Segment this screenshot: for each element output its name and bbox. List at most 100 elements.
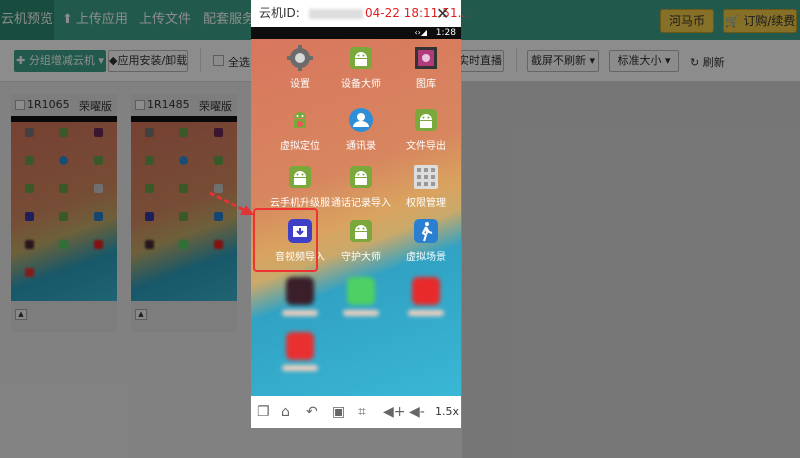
android-icon <box>286 163 314 191</box>
device-id: 1R1485 <box>147 98 190 111</box>
contacts-icon <box>59 156 68 165</box>
device-checkbox[interactable] <box>15 100 25 110</box>
volume-down-icon[interactable]: ◀- <box>409 404 425 420</box>
order-renew-button[interactable]: 🛒 订购/续费 <box>723 9 797 33</box>
pointer-arrow-icon <box>209 191 254 215</box>
cloud-id-label: 云机ID: <box>259 6 300 20</box>
app-6[interactable]: 文件导出 <box>391 104 461 166</box>
blurred-app-icon[interactable] <box>265 275 335 337</box>
blurred-app-icon <box>145 240 154 249</box>
cloud-phone-modal: 云机ID: 04-22 18:11:51... ✕ ‹›◢ 1:28 设置 设备大… <box>251 0 469 428</box>
blurred-app-icon[interactable] <box>265 330 335 392</box>
device-brand: 荣曜版 <box>79 100 112 113</box>
blurred-app-icon <box>25 268 34 277</box>
android-icon <box>179 212 188 221</box>
app-label: 虚拟定位 <box>280 141 320 152</box>
app-9[interactable]: 权限管理 <box>391 161 461 223</box>
home-icon[interactable]: ⌂ <box>281 404 290 420</box>
device-checkbox[interactable] <box>135 100 145 110</box>
blurred-app-icon <box>59 240 68 249</box>
status-bar <box>11 116 117 122</box>
app-1[interactable]: 设置 <box>265 42 335 104</box>
coin-button[interactable]: 河马币 <box>660 9 714 33</box>
blurred-icon <box>412 277 440 305</box>
android-location-icon <box>286 106 314 134</box>
device-brand: 荣曜版 <box>199 100 232 113</box>
divider <box>516 48 517 72</box>
app-label: 图库 <box>416 79 436 90</box>
media-import-icon <box>25 212 34 221</box>
tab-upload-file[interactable]: 上传文件 <box>139 0 191 40</box>
device-grid-area <box>462 82 800 458</box>
back-icon[interactable]: ↶ <box>306 404 318 420</box>
app-10[interactable]: 音视频导入 <box>265 215 335 277</box>
volume-up-icon[interactable]: ◀+ <box>383 404 406 420</box>
grid-icon <box>94 184 103 193</box>
phone-status-bar: ‹›◢ 1:28 <box>251 27 461 39</box>
app-label: 设置 <box>290 79 310 90</box>
close-icon[interactable]: ✕ <box>436 0 449 27</box>
device-card[interactable]: 1R1065 荣曜版 ▲ <box>11 94 117 332</box>
select-all-label: 全选 <box>228 56 250 69</box>
app-11[interactable]: 守护大师 <box>326 215 396 277</box>
app-label: 云手机升级服 <box>270 198 330 209</box>
upload-icon: ⬆ <box>62 12 73 27</box>
settings-gear-icon <box>286 44 314 72</box>
screenshot-dropdown[interactable]: 截屏不刷新 ▾ <box>527 50 599 72</box>
expand-button[interactable]: ▲ <box>135 309 147 320</box>
contacts-icon <box>347 106 375 134</box>
app-4[interactable]: 虚拟定位 <box>265 104 335 166</box>
app-12[interactable]: 虚拟场景 <box>391 215 461 277</box>
settings-icon <box>25 128 34 137</box>
android-icon <box>59 128 68 137</box>
status-bar <box>131 116 237 122</box>
blurred-label <box>282 365 318 371</box>
live-stream-button[interactable]: 实时直播 <box>456 50 504 72</box>
refresh-icon: ↻ <box>690 56 700 69</box>
blurred-app-icon <box>25 240 34 249</box>
android-icon <box>214 156 223 165</box>
device-thumbnail[interactable] <box>11 116 117 301</box>
android-icon <box>145 156 154 165</box>
app-2[interactable]: 设备大师 <box>326 42 396 104</box>
select-all-checkbox[interactable] <box>213 55 224 66</box>
app-7[interactable]: 云手机升级服 <box>265 161 335 223</box>
blurred-app-icon <box>179 240 188 249</box>
screenshot-icon[interactable]: ▣ <box>332 404 345 420</box>
tab-cloud-preview[interactable]: 云机预览 <box>0 0 54 40</box>
gallery-icon <box>214 128 223 137</box>
gallery-icon <box>94 128 103 137</box>
group-add-remove-button[interactable]: ✚ 分组增减云机 ▾ <box>14 50 106 72</box>
blurred-app-icon[interactable] <box>391 275 461 337</box>
modal-title-bar: 云机ID: 04-22 18:11:51... ✕ <box>251 0 469 27</box>
expand-button[interactable]: ▲ <box>15 309 27 320</box>
tab-support-services[interactable]: 配套服务 <box>203 0 255 40</box>
blurred-app-icon[interactable] <box>326 275 396 337</box>
zoom-level[interactable]: 1.5x <box>435 405 459 418</box>
app-install-uninstall-button[interactable]: ◆应用安装/卸载 <box>108 50 188 72</box>
app-8[interactable]: 通话记录导入 <box>326 161 396 223</box>
phone-control-bar: ❐ ⌂ ↶ ▣ ⌗ ◀+ ◀- 1.5x <box>251 396 461 428</box>
app-5[interactable]: 通讯录 <box>326 104 396 166</box>
android-icon <box>347 44 375 72</box>
blurred-icon <box>286 277 314 305</box>
android-icon <box>25 156 34 165</box>
phone-screen[interactable]: ‹›◢ 1:28 设置 设备大师 图库虚拟定位 通讯录 文件导出云手机升级服 通话记录导入… <box>251 27 461 396</box>
multi-window-icon[interactable]: ❐ <box>257 404 270 420</box>
crop-icon[interactable]: ⌗ <box>358 404 366 420</box>
size-dropdown[interactable]: 标准大小 ▾ <box>609 50 679 72</box>
app-label: 通讯录 <box>346 141 376 152</box>
media-import-icon <box>145 212 154 221</box>
android-icon <box>347 217 375 245</box>
app-label: 虚拟场景 <box>406 252 446 263</box>
android-icon <box>179 184 188 193</box>
media-import-icon <box>286 217 314 245</box>
refresh-button[interactable]: ↻ 刷新 <box>690 54 725 70</box>
app-label: 通话记录导入 <box>331 198 391 209</box>
tab-upload-app[interactable]: ⬆ 上传应用 <box>62 0 128 40</box>
settings-icon <box>145 128 154 137</box>
blurred-app-icon <box>94 240 103 249</box>
app-3[interactable]: 图库 <box>391 42 461 104</box>
blurred-app-icon <box>214 240 223 249</box>
android-icon <box>179 128 188 137</box>
